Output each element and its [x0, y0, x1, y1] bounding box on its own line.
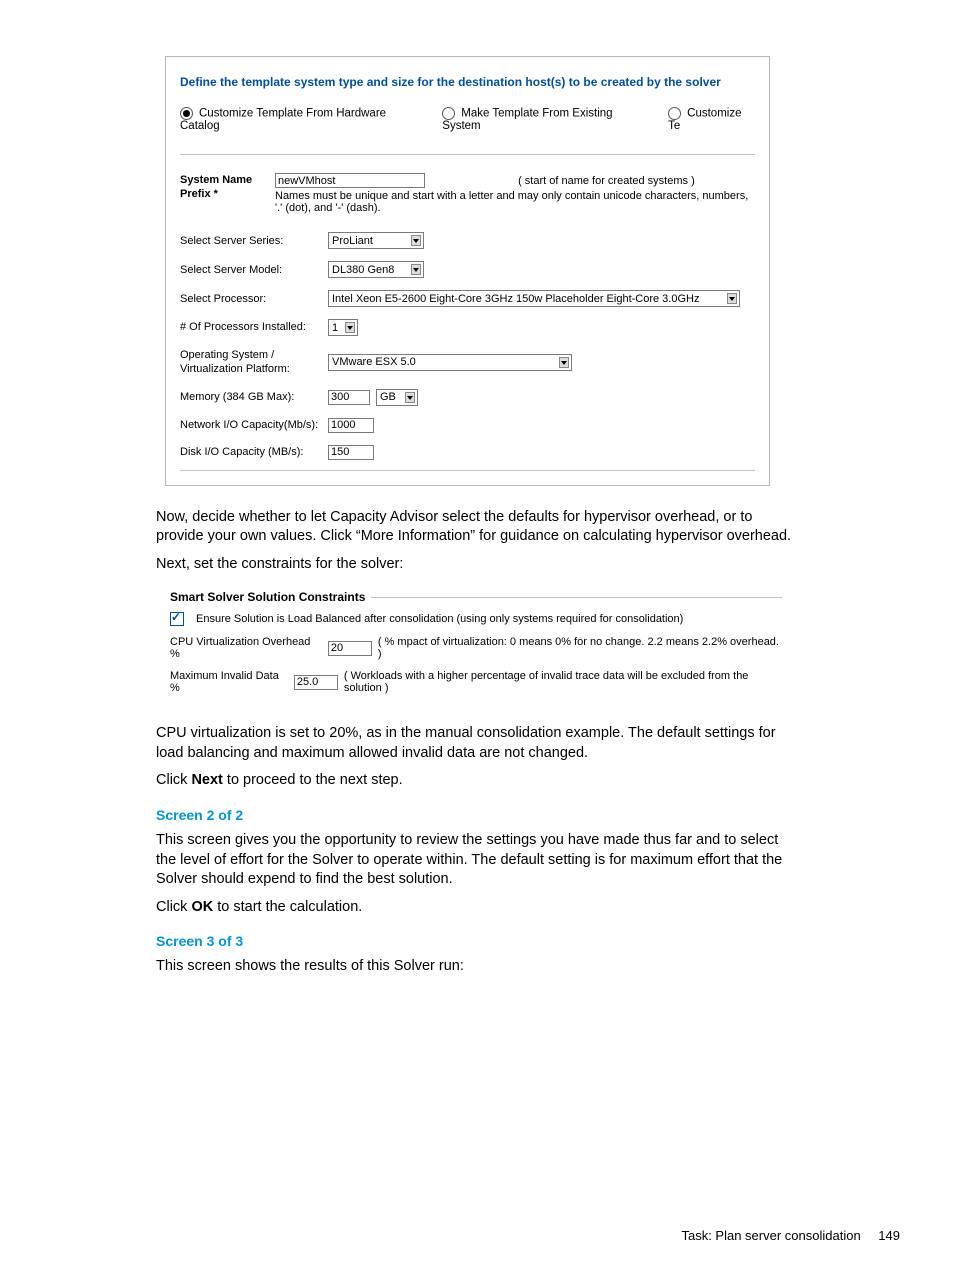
select-value: DL380 Gen8	[332, 264, 394, 276]
memory-unit-select[interactable]: GB	[376, 389, 418, 406]
radio-icon	[442, 107, 455, 120]
load-balanced-checkbox[interactable]	[170, 612, 184, 626]
load-balanced-label: Ensure Solution is Load Balanced after c…	[196, 613, 683, 625]
para-review-settings: This screen gives you the opportunity to…	[156, 831, 796, 890]
select-value: Intel Xeon E5-2600 Eight-Core 3GHz 150w …	[332, 293, 699, 305]
memory-label: Memory (384 GB Max):	[180, 391, 328, 403]
series-label: Select Server Series:	[180, 235, 328, 247]
system-name-hint: ( start of name for created systems )	[518, 175, 695, 187]
series-select[interactable]: ProLiant	[328, 232, 424, 249]
nproc-select[interactable]: 1	[328, 319, 358, 336]
processor-select[interactable]: Intel Xeon E5-2600 Eight-Core 3GHz 150w …	[328, 290, 740, 307]
model-select[interactable]: DL380 Gen8	[328, 261, 424, 278]
para-results: This screen shows the results of this So…	[156, 957, 796, 977]
os-select[interactable]: VMware ESX 5.0	[328, 354, 572, 371]
cpu-overhead-input[interactable]	[328, 641, 372, 656]
system-name-row: System Name Prefix * ( start of name for…	[180, 173, 755, 214]
para-set-constraints: Next, set the constraints for the solver…	[156, 555, 796, 575]
max-invalid-hint: ( Workloads with a higher percentage of …	[344, 670, 782, 694]
cpu-overhead-label: CPU Virtualization Overhead %	[170, 636, 322, 660]
heading-screen-2: Screen 2 of 2	[156, 807, 796, 823]
system-name-label: System Name Prefix *	[180, 173, 275, 202]
netio-input[interactable]	[328, 418, 374, 433]
radio-option-catalog[interactable]: Customize Template From Hardware Catalog	[180, 107, 424, 132]
diskio-input[interactable]	[328, 445, 374, 460]
select-value: 1	[332, 322, 338, 334]
max-invalid-input[interactable]	[294, 675, 338, 690]
system-name-input[interactable]	[275, 173, 425, 188]
diskio-label: Disk I/O Capacity (MB/s):	[180, 446, 328, 458]
radio-icon	[668, 107, 681, 120]
page-footer: Task: Plan server consolidation 149	[681, 1228, 900, 1243]
radio-option-customize[interactable]: Customize Te	[668, 107, 755, 132]
page-number: 149	[878, 1228, 900, 1243]
nproc-label: # Of Processors Installed:	[180, 320, 328, 334]
radio-icon	[180, 107, 193, 120]
para-cpu-virtualization: CPU virtualization is set to 20%, as in …	[156, 724, 796, 763]
memory-input[interactable]	[328, 390, 370, 405]
title-divider	[371, 597, 782, 598]
radio-option-existing[interactable]: Make Template From Existing System	[442, 107, 650, 132]
radio-label: Make Template From Existing System	[442, 108, 612, 132]
select-value: GB	[380, 391, 396, 403]
radio-label: Customize Template From Hardware Catalog	[180, 108, 386, 132]
para-hypervisor-overhead: Now, decide whether to let Capacity Advi…	[156, 508, 796, 547]
para-click-next: Click Next to proceed to the next step.	[156, 771, 796, 791]
para-click-ok: Click OK to start the calculation.	[156, 898, 796, 918]
panel-title: Define the template system type and size…	[180, 75, 755, 89]
cpu-overhead-hint: ( % mpact of virtualization: 0 means 0% …	[378, 636, 782, 660]
heading-screen-3: Screen 3 of 3	[156, 933, 796, 949]
constraints-title-row: Smart Solver Solution Constraints	[170, 590, 782, 604]
select-value: ProLiant	[332, 235, 373, 247]
solver-constraints-panel: Smart Solver Solution Constraints Ensure…	[156, 586, 796, 704]
constraints-title: Smart Solver Solution Constraints	[170, 590, 365, 604]
system-name-help: Names must be unique and start with a le…	[275, 190, 755, 214]
max-invalid-label: Maximum Invalid Data %	[170, 670, 288, 694]
select-value: VMware ESX 5.0	[332, 356, 416, 368]
model-label: Select Server Model:	[180, 264, 328, 276]
template-definition-panel: Define the template system type and size…	[165, 56, 770, 486]
netio-label: Network I/O Capacity(Mb/s):	[180, 418, 328, 432]
os-label: Operating System / Virtualization Platfo…	[180, 348, 328, 377]
footer-task-label: Task: Plan server consolidation	[681, 1228, 860, 1243]
processor-label: Select Processor:	[180, 293, 328, 305]
template-source-radios: Customize Template From Hardware Catalog…	[180, 107, 755, 132]
